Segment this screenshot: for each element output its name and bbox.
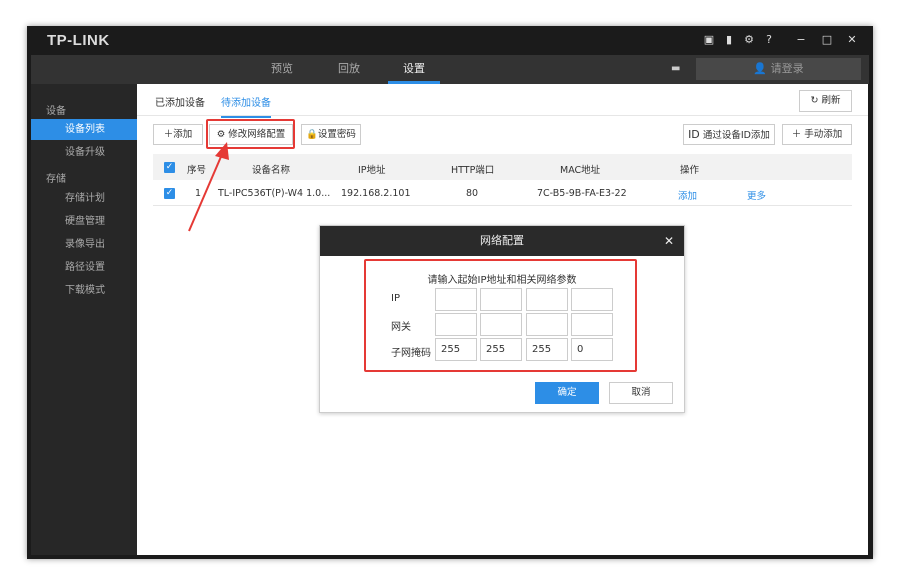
maximize-button[interactable]: □ (821, 34, 833, 46)
login-button[interactable]: 👤 请登录 (696, 58, 861, 80)
lock-icon: 🔒 (306, 129, 318, 140)
col-ip: IP地址 (358, 165, 386, 176)
sidebar-item-device-upgrade[interactable]: 设备升级 (31, 142, 137, 163)
col-action: 操作 (680, 165, 700, 176)
id-icon: ID (688, 128, 700, 141)
dialog-prompt: 请输入起始IP地址和相关网络参数 (427, 275, 577, 286)
logo: TP-LINK (47, 32, 110, 49)
sidebar-item-device-list[interactable]: 设备列表 (31, 119, 137, 140)
plus-icon: ＋ (163, 129, 174, 140)
mask-label: 子网掩码 (391, 348, 431, 359)
sidebar-item-path[interactable]: 路径设置 (31, 257, 137, 278)
gear-icon[interactable]: ⚙ (743, 34, 755, 46)
tab-playback[interactable]: 回放 (338, 55, 360, 84)
sidebar-item-export[interactable]: 录像导出 (31, 234, 137, 255)
dialog-title: 网络配置 (480, 234, 524, 247)
set-password-label: 设置密码 (317, 129, 356, 140)
cancel-button[interactable]: 取消 (609, 382, 673, 404)
tab-settings[interactable]: 设置 (388, 55, 440, 84)
gateway-octet-3[interactable] (526, 313, 568, 336)
ok-button[interactable]: 确定 (535, 382, 599, 404)
refresh-button[interactable]: ↻ 刷新 (799, 90, 852, 112)
login-label: 请登录 (770, 62, 804, 75)
ip-octet-3[interactable] (526, 288, 568, 311)
refresh-icon: ↻ (810, 95, 822, 106)
annotation-arrow (188, 142, 229, 232)
add-by-id-button[interactable]: ID 通过设备ID添加 (683, 124, 775, 145)
set-password-button[interactable]: 🔒设置密码 (301, 124, 361, 145)
row-ip: 192.168.2.101 (341, 188, 411, 199)
select-all-checkbox[interactable]: ✓ (164, 162, 175, 173)
col-port: HTTP端口 (451, 165, 495, 176)
folder-icon[interactable]: ▬ (671, 63, 680, 74)
mask-octet-4[interactable]: 0 (571, 338, 613, 361)
tab-preview[interactable]: 预览 (271, 55, 293, 84)
sidebar-group-storage: 存储 (46, 174, 66, 185)
save-icon[interactable]: ▣ (703, 34, 715, 46)
title-bar: TP-LINK ▣ ▮ ⚙ ? − □ ✕ (27, 26, 873, 55)
sidebar: 设备 设备列表 设备升级 存储 存储计划 硬盘管理 录像导出 路径设置 下载模式 (31, 84, 137, 555)
row-checkbox[interactable]: ✓ (164, 188, 175, 199)
col-name: 设备名称 (252, 165, 291, 176)
ip-label: IP (391, 293, 400, 304)
gateway-octet-1[interactable] (435, 313, 477, 336)
gateway-octet-4[interactable] (571, 313, 613, 336)
row-add-link[interactable]: 添加 (678, 188, 697, 202)
mask-octet-1[interactable]: 255 (435, 338, 477, 361)
ip-octet-4[interactable] (571, 288, 613, 311)
row-port: 80 (466, 188, 479, 199)
top-nav: 预览 回放 设置 ▬ 👤 请登录 (31, 55, 869, 84)
refresh-label: 刷新 (821, 95, 841, 106)
network-config-dialog: 网络配置 ✕ 请输入起始IP地址和相关网络参数 IP 网关 子网掩码 255 2… (319, 225, 685, 413)
sidebar-item-storage-plan[interactable]: 存储计划 (31, 188, 137, 209)
device-icon[interactable]: ▮ (723, 34, 735, 46)
user-icon: 👤 (753, 62, 771, 75)
gateway-octet-2[interactable] (480, 313, 522, 336)
ip-octet-2[interactable] (480, 288, 522, 311)
gateway-label: 网关 (391, 322, 411, 333)
minimize-button[interactable]: − (795, 34, 807, 46)
col-mac: MAC地址 (560, 165, 601, 176)
help-icon[interactable]: ? (763, 34, 775, 46)
sidebar-item-disk[interactable]: 硬盘管理 (31, 211, 137, 232)
row-mac: 7C-B5-9B-FA-E3-22 (537, 188, 627, 199)
add-label: 添加 (173, 129, 193, 140)
ip-octet-1[interactable] (435, 288, 477, 311)
tab-added-devices[interactable]: 已添加设备 (155, 94, 205, 109)
manual-add-button[interactable]: ＋ 手动添加 (782, 124, 852, 145)
row-more-link[interactable]: 更多 (747, 188, 766, 202)
mask-octet-3[interactable]: 255 (526, 338, 568, 361)
add-by-id-label: 通过设备ID添加 (702, 130, 770, 141)
mask-octet-2[interactable]: 255 (480, 338, 522, 361)
close-icon[interactable]: ✕ (664, 226, 674, 256)
sidebar-item-download[interactable]: 下载模式 (31, 280, 137, 301)
plus-icon: ＋ (791, 129, 805, 140)
manual-add-label: 手动添加 (804, 129, 843, 140)
close-button[interactable]: ✕ (846, 34, 858, 46)
sidebar-group-device: 设备 (46, 106, 66, 117)
dialog-header: 网络配置 ✕ (320, 226, 684, 256)
